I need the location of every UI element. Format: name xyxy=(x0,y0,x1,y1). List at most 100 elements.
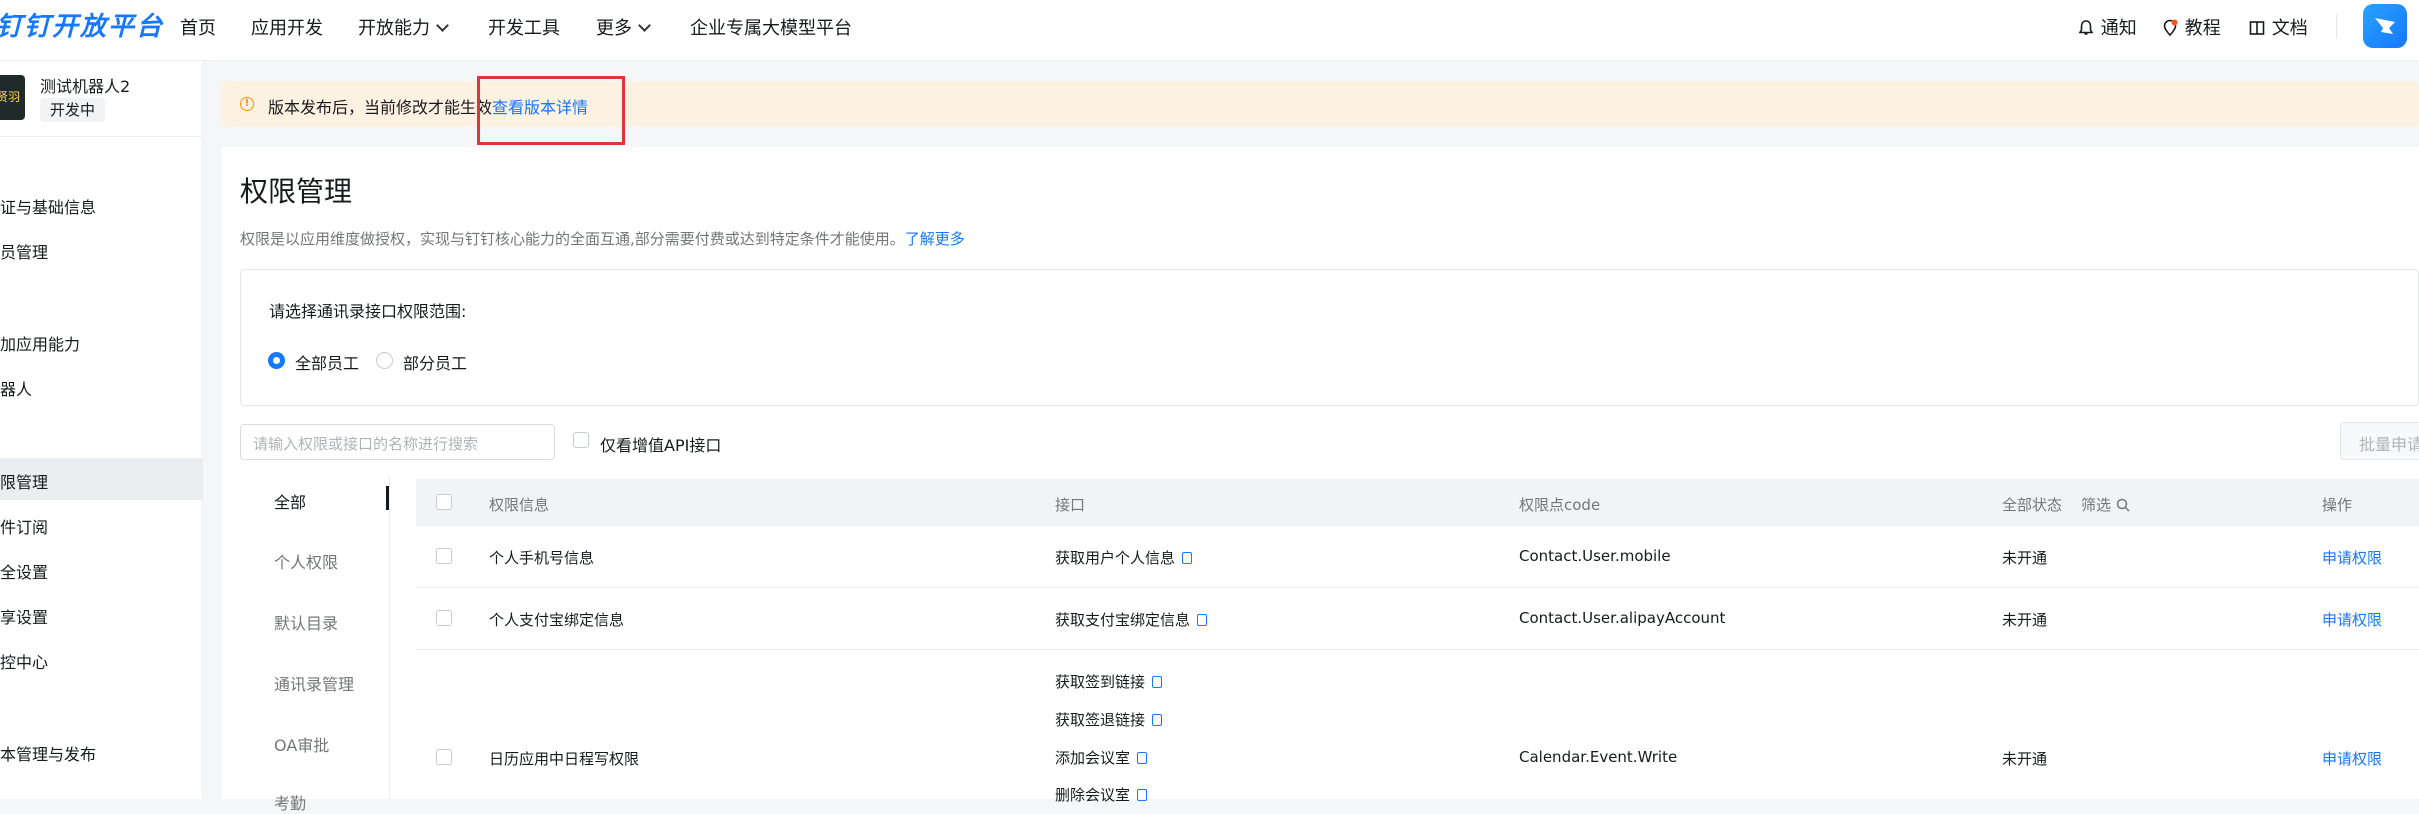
sidebar-item-security[interactable]: 全设置 xyxy=(0,559,48,583)
docs-button[interactable]: 文档 xyxy=(2248,14,2308,40)
bell-icon xyxy=(2078,20,2094,35)
category-attendance[interactable]: 考勤 xyxy=(274,790,306,814)
dingtalk-logo-icon xyxy=(2375,18,2395,34)
permission-search-input[interactable]: 请输入权限或接口的名称进行搜索 xyxy=(240,424,555,460)
nav-open-capability[interactable]: 开放能力 xyxy=(358,14,449,40)
doc-icon[interactable] xyxy=(1182,552,1193,564)
nav-dev-tools[interactable]: 开发工具 xyxy=(488,14,560,40)
learn-more-link[interactable]: 了解更多 xyxy=(905,230,965,248)
row-api[interactable]: 获取签到链接 xyxy=(1055,671,1163,692)
nav-more-label: 更多 xyxy=(596,18,632,39)
category-personal[interactable]: 个人权限 xyxy=(274,549,338,573)
sidebar-item-sharing[interactable]: 享设置 xyxy=(0,604,48,628)
scope-label: 请选择通讯录接口权限范围: xyxy=(269,302,467,321)
status-filter-button[interactable]: 筛选 xyxy=(2081,494,2130,515)
nav-app-dev[interactable]: 应用开发 xyxy=(251,14,323,40)
row-checkbox[interactable] xyxy=(436,610,452,626)
status-filter-label: 筛选 xyxy=(2081,496,2112,514)
nav-divider xyxy=(2336,14,2337,38)
apply-permission-link[interactable]: 申请权限 xyxy=(2322,748,2382,769)
sidebar-item-permissions[interactable]: 限管理 xyxy=(0,469,48,493)
nav-open-capability-label: 开放能力 xyxy=(358,18,430,39)
page-title: 权限管理 xyxy=(240,175,353,208)
nav-enterprise-llm[interactable]: 企业专属大模型平台 xyxy=(690,14,852,40)
row-api[interactable]: 删除会议室 xyxy=(1055,784,1148,805)
radio-all-staff[interactable] xyxy=(268,352,285,369)
doc-icon[interactable] xyxy=(1152,714,1163,726)
row-status: 未开通 xyxy=(2002,549,2048,567)
highlight-box xyxy=(477,76,625,145)
header-perm-info: 权限信息 xyxy=(489,496,550,514)
category-all[interactable]: 全部 xyxy=(274,489,306,513)
sidebar-item-members[interactable]: 员管理 xyxy=(0,239,48,263)
apply-permission-link[interactable]: 申请权限 xyxy=(2322,547,2382,568)
doc-icon[interactable] xyxy=(1197,614,1208,626)
apply-permission-link[interactable]: 申请权限 xyxy=(2322,609,2382,630)
category-default[interactable]: 默认目录 xyxy=(274,610,338,634)
platform-logo[interactable]: 钉钉开放平台 xyxy=(0,6,164,43)
row-api[interactable]: 添加会议室 xyxy=(1055,747,1148,768)
nav-more[interactable]: 更多 xyxy=(596,14,651,40)
select-all-checkbox[interactable] xyxy=(436,494,452,510)
row-code: Contact.User.alipayAccount xyxy=(1519,609,1726,627)
row-perm-name: 个人支付宝绑定信息 xyxy=(489,611,625,629)
row-api[interactable]: 获取用户个人信息 xyxy=(1055,547,1193,568)
radio-partial-staff[interactable] xyxy=(376,352,393,369)
only-paid-label[interactable]: 仅看增值API接口 xyxy=(600,432,721,456)
sidebar-item-basic-info[interactable]: 证与基础信息 xyxy=(0,194,96,218)
chevron-down-icon xyxy=(638,19,651,32)
warning-icon: ! xyxy=(240,97,254,111)
tutorial-button[interactable]: 教程 xyxy=(2161,14,2221,40)
row-perm-name: 个人手机号信息 xyxy=(489,549,595,567)
page-description: 权限是以应用维度做授权，实现与钉钉核心能力的全面互通,部分需要付费或达到特定条件… xyxy=(240,228,965,249)
sidebar-item-add-capability[interactable]: 加应用能力 xyxy=(0,331,80,355)
header-action: 操作 xyxy=(2322,496,2353,514)
api-name: 删除会议室 xyxy=(1055,786,1131,804)
header-code: 权限点code xyxy=(1519,496,1601,514)
app-name: 测试机器人2 xyxy=(40,77,131,96)
category-contacts[interactable]: 通讯录管理 xyxy=(274,671,354,695)
only-paid-checkbox[interactable] xyxy=(573,432,589,448)
search-icon xyxy=(2116,498,2130,512)
row-api[interactable]: 获取支付宝绑定信息 xyxy=(1055,609,1208,630)
sidebar-item-event-subscription[interactable]: 件订阅 xyxy=(0,514,48,538)
location-pin-icon xyxy=(2163,19,2178,37)
scope-section xyxy=(240,269,2419,406)
row-status: 未开通 xyxy=(2002,611,2048,629)
row-perm-name: 日历应用中日程写权限 xyxy=(489,750,640,768)
docs-label: 文档 xyxy=(2271,18,2308,39)
nav-home[interactable]: 首页 xyxy=(180,14,216,40)
row-checkbox[interactable] xyxy=(436,749,452,765)
sidebar xyxy=(0,61,203,799)
sidebar-item-version-release[interactable]: 本管理与发布 xyxy=(0,741,96,765)
batch-apply-button[interactable]: 批量申请 xyxy=(2340,422,2419,460)
chevron-down-icon xyxy=(436,19,449,32)
doc-icon[interactable] xyxy=(1137,752,1148,764)
row-code: Calendar.Event.Write xyxy=(1519,748,1678,766)
api-name: 添加会议室 xyxy=(1055,749,1131,767)
row-checkbox[interactable] xyxy=(436,548,452,564)
api-name: 获取签到链接 xyxy=(1055,673,1146,691)
category-oa-approval[interactable]: OA审批 xyxy=(274,732,329,756)
banner-text: 版本发布后，当前修改才能生效 xyxy=(268,98,493,117)
radio-all-staff-label[interactable]: 全部员工 xyxy=(295,350,359,374)
row-status: 未开通 xyxy=(2002,750,2048,768)
radio-partial-staff-label[interactable]: 部分员工 xyxy=(403,350,467,374)
doc-icon[interactable] xyxy=(1137,789,1148,801)
sidebar-item-monitoring[interactable]: 控中心 xyxy=(0,649,48,673)
row-code: Contact.User.mobile xyxy=(1519,547,1671,565)
row-api[interactable]: 获取签退链接 xyxy=(1055,709,1163,730)
api-name: 获取用户个人信息 xyxy=(1055,549,1176,567)
category-active-indicator xyxy=(386,486,389,510)
app-icon: 贤羽 xyxy=(0,75,25,120)
notify-button[interactable]: 通知 xyxy=(2077,14,2137,40)
sidebar-separator xyxy=(0,136,203,137)
doc-icon[interactable] xyxy=(1152,676,1163,688)
book-icon xyxy=(2249,21,2265,35)
notify-label: 通知 xyxy=(2100,18,2137,39)
api-name: 获取支付宝绑定信息 xyxy=(1055,611,1191,629)
sidebar-item-robot[interactable]: 器人 xyxy=(0,376,32,400)
header-api: 接口 xyxy=(1055,496,1086,514)
user-avatar[interactable] xyxy=(2363,4,2407,48)
category-divider xyxy=(389,476,390,799)
